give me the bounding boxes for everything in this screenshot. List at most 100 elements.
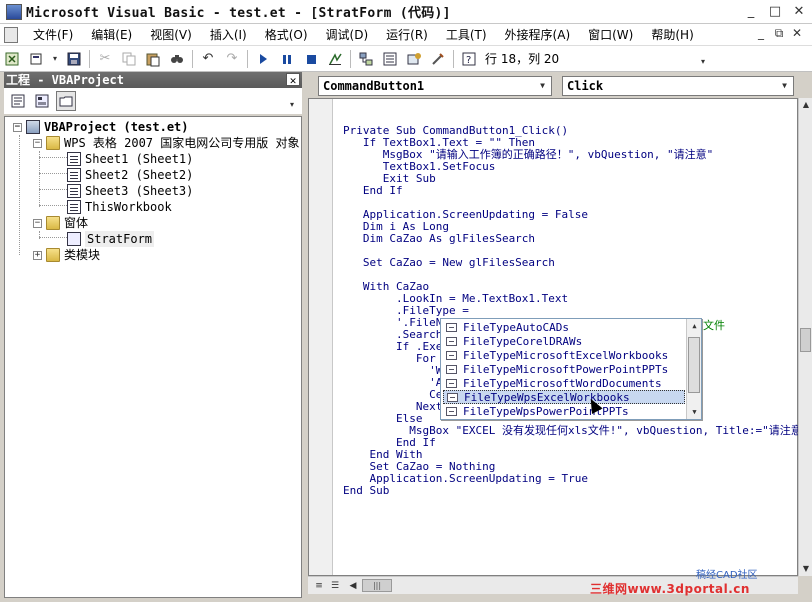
tree-item-sheet2[interactable]: Sheet2 (Sheet2) — [67, 167, 193, 183]
intellisense-item[interactable]: FileTypeWpsPowerPointPPTs — [443, 404, 685, 418]
scroll-down-icon[interactable]: ▼ — [799, 562, 812, 576]
menu-insert[interactable]: 插入(I) — [201, 26, 256, 43]
object-browser-icon[interactable] — [404, 49, 424, 69]
help-icon[interactable]: ? — [459, 49, 479, 69]
undo-icon[interactable]: ↶ — [198, 49, 218, 69]
procedure-combo[interactable]: Click ▼ — [562, 76, 794, 96]
svg-text:?: ? — [466, 55, 471, 66]
scroll-down-icon[interactable]: ▼ — [687, 405, 702, 419]
view-code-icon[interactable] — [8, 91, 28, 111]
project-panel-close-button[interactable]: ✕ — [286, 73, 300, 87]
menu-run[interactable]: 运行(R) — [377, 26, 437, 43]
expand-icon[interactable]: + — [33, 250, 42, 260]
maximize-button[interactable]: □ — [764, 3, 786, 21]
menu-file[interactable]: 文件(F) — [24, 26, 82, 43]
menu-window[interactable]: 窗口(W) — [579, 26, 642, 43]
code-comment-tail: 文件 — [703, 319, 725, 332]
code-text[interactable]: Private Sub CommandButton1_Click() If Te… — [343, 125, 808, 497]
full-module-view-icon[interactable]: ☰ — [328, 579, 342, 593]
code-line[interactable]: End Sub — [343, 485, 808, 497]
sheet-icon — [67, 184, 81, 198]
folder-closed-icon — [46, 248, 60, 262]
code-line[interactable]: End If — [343, 185, 808, 197]
intellisense-item[interactable]: FileTypeMicrosoftWordDocuments — [443, 376, 685, 390]
chevron-down-icon[interactable]: ▼ — [535, 78, 550, 94]
copy-icon[interactable] — [119, 49, 139, 69]
margin-indicator-bar[interactable] — [309, 99, 333, 575]
scroll-left-icon[interactable]: ◀ — [346, 579, 360, 593]
mdi-minimize-button[interactable]: _ — [752, 26, 770, 40]
project-explorer-icon[interactable] — [356, 49, 376, 69]
find-icon[interactable] — [167, 49, 187, 69]
menu-view[interactable]: 视图(V) — [141, 26, 201, 43]
insert-module-icon[interactable] — [26, 49, 46, 69]
collapse-icon[interactable]: − — [13, 122, 22, 132]
code-line[interactable]: Exit Sub — [343, 173, 808, 185]
save-icon[interactable] — [64, 49, 84, 69]
toolbar-options-icon[interactable]: ▾ — [696, 51, 710, 71]
close-button[interactable]: ✕ — [788, 3, 810, 21]
project-panel-toolbar: ▾ — [4, 88, 302, 114]
menu-tools[interactable]: 工具(T) — [437, 26, 496, 43]
object-combo[interactable]: CommandButton1 ▼ — [318, 76, 552, 96]
enum-constant-icon — [446, 378, 457, 388]
intellisense-item[interactable]: FileTypeWpsExcelWorkbooks — [443, 390, 685, 404]
tree-folder-forms[interactable]: − 窗体 — [33, 215, 88, 231]
tree-root-vbaproject[interactable]: − VBAProject (test.et) — [13, 119, 189, 135]
reset-icon[interactable] — [301, 49, 321, 69]
code-vertical-scrollbar[interactable]: ▲ ▼ — [798, 98, 812, 576]
collapse-icon[interactable]: − — [33, 138, 42, 148]
enum-constant-icon — [446, 364, 457, 374]
standard-toolbar: ▾ ✂ ↶ ↷ ? 行 18，列 20 ▾ — [0, 46, 812, 72]
tree-item-sheet3[interactable]: Sheet3 (Sheet3) — [67, 183, 193, 199]
cut-icon[interactable]: ✂ — [95, 49, 115, 69]
tree-folder-class-modules[interactable]: + 类模块 — [33, 247, 100, 263]
tree-item-thisworkbook[interactable]: ThisWorkbook — [67, 199, 172, 215]
project-toolbar-dropdown-icon[interactable]: ▾ — [290, 100, 294, 109]
enum-constant-icon — [447, 392, 458, 402]
intellisense-item[interactable]: FileTypeAutoCADs — [443, 320, 685, 334]
hscroll-thumb[interactable]: ||| — [362, 579, 392, 592]
insert-dropdown-icon[interactable]: ▾ — [50, 49, 60, 69]
intellisense-scrollbar[interactable]: ▲ ▼ — [686, 319, 701, 419]
scroll-up-icon[interactable]: ▲ — [799, 98, 812, 112]
tree-item-sheet1[interactable]: Sheet1 (Sheet1) — [67, 151, 193, 167]
view-object-icon[interactable] — [32, 91, 52, 111]
collapse-icon[interactable]: − — [33, 218, 42, 228]
menu-format[interactable]: 格式(O) — [256, 26, 317, 43]
code-line[interactable]: Application.ScreenUpdating = True — [343, 473, 808, 485]
mdi-close-button[interactable]: ✕ — [788, 26, 806, 40]
intellisense-item[interactable]: FileTypeMicrosoftExcelWorkbooks — [443, 348, 685, 362]
procedure-view-icon[interactable]: ≡ — [312, 579, 326, 593]
menu-addins[interactable]: 外接程序(A) — [496, 26, 580, 43]
chevron-down-icon[interactable]: ▼ — [777, 78, 792, 94]
run-icon[interactable] — [253, 49, 273, 69]
tree-item-stratform[interactable]: StratForm — [67, 231, 155, 247]
tree-folder-wps-objects[interactable]: − WPS 表格 2007 国家电网公司专用版 对象 — [33, 135, 299, 151]
menu-edit[interactable]: 编辑(E) — [82, 26, 141, 43]
view-excel-icon[interactable] — [2, 49, 22, 69]
intellisense-item[interactable]: FileTypeCorelDRAWs — [443, 334, 685, 348]
properties-icon[interactable] — [380, 49, 400, 69]
code-line[interactable]: Set CaZao = New glFilesSearch — [343, 257, 808, 269]
mdi-restore-button[interactable]: ⧉ — [770, 26, 788, 41]
break-icon[interactable] — [277, 49, 297, 69]
code-line[interactable]: Dim CaZao As glFilesSearch — [343, 233, 808, 245]
toggle-folders-icon[interactable] — [56, 91, 76, 111]
project-panel-title: 工程 - VBAProject ✕ — [4, 72, 302, 88]
toolbox-icon[interactable] — [428, 49, 448, 69]
userform-icon — [67, 232, 81, 246]
menu-debug[interactable]: 调试(D) — [317, 26, 378, 43]
intellisense-item[interactable]: FileTypeMicrosoftPowerPointPPTs — [443, 362, 685, 376]
watermark-text: 三维网www.3dportal.cn — [590, 582, 750, 596]
redo-icon[interactable]: ↷ — [222, 49, 242, 69]
intellisense-scroll-thumb[interactable] — [688, 337, 700, 393]
design-mode-icon[interactable] — [325, 49, 345, 69]
intellisense-item-label: FileTypeCorelDRAWs — [463, 334, 583, 348]
scroll-up-icon[interactable]: ▲ — [687, 319, 702, 333]
scroll-thumb[interactable] — [800, 328, 811, 352]
paste-icon[interactable] — [143, 49, 163, 69]
menu-help[interactable]: 帮助(H) — [642, 26, 702, 43]
minimize-button[interactable]: _ — [740, 3, 762, 21]
intellisense-list[interactable]: ▲ ▼ FileTypeAutoCADs FileTypeCorelDRAWs Fi… — [440, 318, 702, 420]
